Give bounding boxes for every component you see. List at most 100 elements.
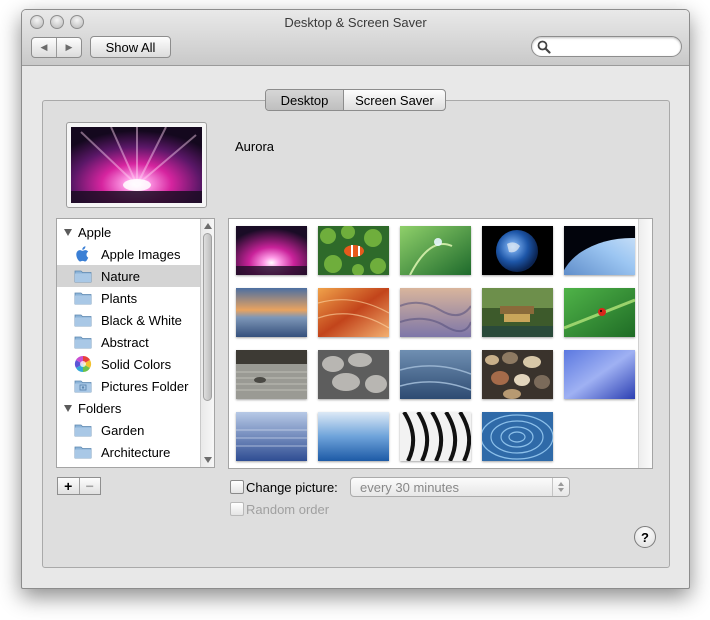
folder-icon: [74, 314, 92, 327]
forward-button[interactable]: ▶: [56, 38, 81, 57]
source-item-abstract[interactable]: Abstract: [57, 331, 200, 353]
blue-water-image: [318, 412, 389, 461]
thumbnail[interactable]: [318, 226, 389, 275]
thumbnail[interactable]: [482, 226, 553, 275]
current-picture-name: Aurora: [235, 139, 275, 154]
folder-icon: [74, 270, 92, 283]
thumbnail[interactable]: [564, 350, 635, 399]
random-order-checkbox[interactable]: [230, 502, 244, 516]
thumbnail[interactable]: [400, 288, 471, 337]
window-title: Desktop & Screen Saver: [284, 15, 427, 30]
thumbnail[interactable]: [318, 412, 389, 461]
thumbnail[interactable]: [400, 412, 471, 461]
source-add-remove-control: + −: [57, 477, 101, 495]
earth-horizon-image: [564, 226, 635, 275]
source-item-label: Pictures Folder: [101, 379, 189, 394]
forward-icon: ▶: [65, 42, 73, 52]
picture-grid-scrollbar[interactable]: [638, 219, 652, 468]
blue-ripples-image: [236, 412, 307, 461]
source-item-label: Architecture: [101, 445, 171, 460]
pagoda-image: [482, 288, 553, 337]
picture-grid: [228, 218, 653, 469]
thumbnail[interactable]: [236, 412, 307, 461]
folder-icon: [74, 446, 92, 459]
current-picture-preview[interactable]: [66, 122, 207, 208]
thumbnail[interactable]: [564, 288, 635, 337]
source-group-folders[interactable]: Folders: [57, 397, 200, 419]
thumbnail[interactable]: [400, 350, 471, 399]
source-item-label: Abstract: [101, 335, 149, 350]
source-item-label: Black & White: [101, 313, 182, 328]
tab-screen-saver[interactable]: Screen Saver: [343, 90, 445, 110]
source-item-solid-colors[interactable]: Solid Colors: [57, 353, 200, 375]
tab-desktop[interactable]: Desktop: [266, 90, 343, 110]
color-wheel-icon: [74, 355, 92, 373]
remove-source-button[interactable]: −: [78, 478, 101, 494]
thumbnail[interactable]: [564, 226, 635, 275]
zebra-image: [400, 412, 471, 461]
thumbnail[interactable]: [236, 288, 307, 337]
blue-sand-image: [400, 350, 471, 399]
source-item-pictures-folder[interactable]: Pictures Folder: [57, 375, 200, 397]
random-order-label: Random order: [246, 502, 330, 517]
folder-icon: [74, 292, 92, 305]
add-source-button[interactable]: +: [58, 478, 79, 494]
thumbnail[interactable]: [318, 288, 389, 337]
folder-icon: [74, 336, 92, 349]
title-bar: Desktop & Screen Saver ◀ ▶ Show All: [22, 10, 689, 66]
folder-icon: [74, 424, 92, 437]
preferences-window: Desktop & Screen Saver ◀ ▶ Show All Desk…: [21, 9, 690, 589]
search-input[interactable]: [554, 39, 674, 54]
source-group-apple[interactable]: Apple: [57, 221, 200, 243]
earth-image: [482, 226, 553, 275]
source-item-partial[interactable]: [57, 463, 200, 467]
aurora-image: [236, 226, 307, 275]
source-list: Apple Apple Images Nature Plants Black &…: [56, 218, 215, 468]
help-button[interactable]: ?: [634, 526, 656, 548]
change-picture-checkbox[interactable]: [230, 480, 244, 494]
sand-dunes-image: [400, 288, 471, 337]
thumbnail[interactable]: [236, 350, 307, 399]
tab-control: Desktop Screen Saver: [265, 89, 446, 111]
thumbnail[interactable]: [482, 350, 553, 399]
disclosure-triangle-icon[interactable]: [64, 404, 72, 412]
back-forward-control: ◀ ▶: [31, 37, 82, 58]
popup-arrows-icon: [552, 478, 569, 496]
colored-pebbles-image: [482, 350, 553, 399]
pictures-folder-icon: [74, 380, 92, 393]
change-picture-label: Change picture:: [246, 480, 338, 495]
aurora-preview-image: [71, 127, 202, 203]
show-all-button[interactable]: Show All: [90, 36, 171, 58]
interval-popup[interactable]: every 30 minutes: [350, 477, 570, 497]
back-button[interactable]: ◀: [32, 38, 56, 57]
source-item-garden[interactable]: Garden: [57, 419, 200, 441]
source-item-label: Solid Colors: [101, 357, 172, 372]
disclosure-triangle-icon[interactable]: [64, 228, 72, 236]
thumbnail[interactable]: [482, 412, 553, 461]
scroll-down-icon[interactable]: [204, 457, 212, 463]
zen-garden-image: [236, 350, 307, 399]
source-item-plants[interactable]: Plants: [57, 287, 200, 309]
ladybug-image: [564, 288, 635, 337]
source-item-label: Apple Images: [101, 247, 181, 262]
scroll-up-icon[interactable]: [204, 223, 212, 229]
apple-logo-icon: [76, 246, 89, 262]
source-item-architecture[interactable]: Architecture: [57, 441, 200, 463]
back-icon: ◀: [40, 42, 48, 52]
grey-pebbles-image: [318, 350, 389, 399]
search-icon: [537, 40, 551, 54]
thumbnail[interactable]: [318, 350, 389, 399]
source-item-black-white[interactable]: Black & White: [57, 309, 200, 331]
dewdrop-stem-image: [400, 226, 471, 275]
scrollbar-thumb[interactable]: [203, 233, 212, 401]
thumbnail[interactable]: [400, 226, 471, 275]
sandstone-image: [318, 288, 389, 337]
search-field-container: [531, 36, 682, 57]
source-group-label: Folders: [78, 400, 122, 416]
thumbnail[interactable]: [236, 226, 307, 275]
source-item-nature[interactable]: Nature: [57, 265, 200, 287]
source-item-label: Plants: [101, 291, 138, 306]
source-list-scrollbar[interactable]: [200, 219, 214, 467]
thumbnail[interactable]: [482, 288, 553, 337]
source-item-apple-images[interactable]: Apple Images: [57, 243, 200, 265]
